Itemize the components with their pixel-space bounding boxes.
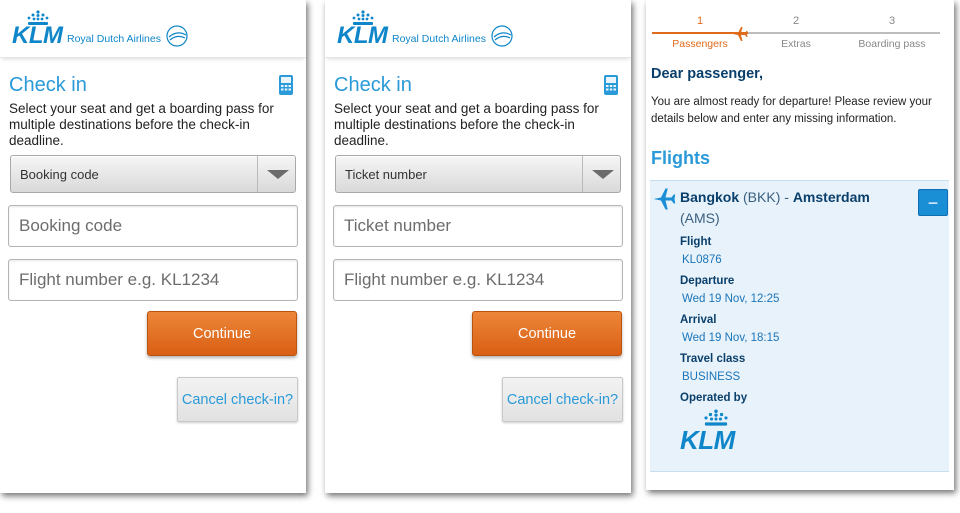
arrival-label: Arrival xyxy=(680,314,717,326)
booking-code-input[interactable] xyxy=(9,206,297,246)
flight-details: Flight KL0876 Departure Wed 19 Nov, 12:2… xyxy=(680,235,900,405)
identifier-type-select[interactable]: Ticket number xyxy=(335,155,621,193)
flight-value: KL0876 xyxy=(682,254,722,266)
checkin-screen-booking-code: KLM Royal Dutch Airlines Check in Select… xyxy=(0,0,306,493)
step-bar xyxy=(844,32,940,34)
skyteam-icon xyxy=(166,25,188,47)
travel-class-value: BUSINESS xyxy=(682,371,741,383)
ticket-number-field[interactable] xyxy=(333,205,623,247)
chevron-down-icon xyxy=(257,156,295,192)
operator-klm-logo: KLM xyxy=(680,409,752,453)
page-title: Check in xyxy=(9,74,87,96)
klm-logo: KLM Royal Dutch Airlines xyxy=(337,10,537,50)
origin-city: Bangkok xyxy=(680,189,740,205)
cancel-checkin-button[interactable]: Cancel check-in? xyxy=(502,377,623,422)
flight-label: Flight xyxy=(680,236,712,248)
flight-route: Bangkok (BKK) - Amsterdam (AMS) xyxy=(680,187,910,229)
destination-code: (AMS) xyxy=(680,210,720,226)
airline-tagline: Royal Dutch Airlines xyxy=(392,33,486,45)
progress-steps: 1 Passengers 2 Extras 3 Boarding pass xyxy=(646,14,954,54)
continue-button[interactable]: Continue xyxy=(472,311,622,356)
intro-text: Select your seat and get a boarding pass… xyxy=(334,101,599,148)
departure-label: Departure xyxy=(680,275,735,287)
continue-button[interactable]: Continue xyxy=(147,311,297,356)
step-number: 2 xyxy=(792,15,800,27)
flight-number-input[interactable] xyxy=(334,260,622,300)
chevron-down-icon xyxy=(582,156,620,192)
flight-number-input[interactable] xyxy=(9,260,297,300)
ticket-number-input[interactable] xyxy=(334,206,622,246)
klm-wordmark: KLM xyxy=(337,22,388,49)
step-label: Extras xyxy=(781,38,811,50)
greeting-heading: Dear passenger, xyxy=(651,66,764,82)
operator-wordmark: KLM xyxy=(680,425,735,455)
klm-wordmark: KLM xyxy=(12,22,63,49)
klm-logo: KLM Royal Dutch Airlines xyxy=(12,10,212,50)
mobile-phone-icon xyxy=(279,75,293,95)
destination-city: Amsterdam xyxy=(792,189,870,205)
step-boarding-pass[interactable]: 3 Boarding pass xyxy=(844,14,940,50)
select-value: Ticket number xyxy=(345,167,427,182)
airplane-icon xyxy=(653,188,676,210)
departure-value: Wed 19 Nov, 12:25 xyxy=(682,293,780,305)
select-value: Booking code xyxy=(20,167,99,182)
app-header: KLM Royal Dutch Airlines xyxy=(325,0,631,58)
cancel-checkin-button[interactable]: Cancel check-in? xyxy=(177,377,298,422)
flights-heading: Flights xyxy=(651,148,710,168)
step-number: 3 xyxy=(888,15,896,27)
checkin-screen-ticket-number: KLM Royal Dutch Airlines Check in Select… xyxy=(325,0,631,493)
intro-text: Select your seat and get a boarding pass… xyxy=(9,101,274,148)
review-message: You are almost ready for departure! Plea… xyxy=(651,96,932,125)
booking-code-field[interactable] xyxy=(8,205,298,247)
flight-card: Bangkok (BKK) - Amsterdam (AMS) − Flight… xyxy=(650,180,949,472)
flight-number-field[interactable] xyxy=(8,259,298,301)
flight-number-field[interactable] xyxy=(333,259,623,301)
step-label: Boarding pass xyxy=(858,38,926,50)
airplane-icon xyxy=(733,27,748,41)
collapse-button[interactable]: − xyxy=(918,189,948,216)
step-extras[interactable]: 2 Extras xyxy=(748,14,844,50)
identifier-type-select[interactable]: Booking code xyxy=(10,155,296,193)
app-header: KLM Royal Dutch Airlines xyxy=(0,0,306,58)
airline-tagline: Royal Dutch Airlines xyxy=(67,33,161,45)
mobile-phone-icon xyxy=(604,75,618,95)
passenger-review-screen: 1 Passengers 2 Extras 3 Boarding pass De… xyxy=(646,0,954,490)
route-separator: - xyxy=(784,189,789,205)
travel-class-label: Travel class xyxy=(680,353,746,365)
operated-by-label: Operated by xyxy=(680,392,748,404)
arrival-value: Wed 19 Nov, 18:15 xyxy=(682,332,780,344)
page-title: Check in xyxy=(334,74,412,96)
origin-code: (BKK) xyxy=(743,189,781,205)
skyteam-icon xyxy=(491,25,513,47)
step-bar xyxy=(748,32,844,34)
